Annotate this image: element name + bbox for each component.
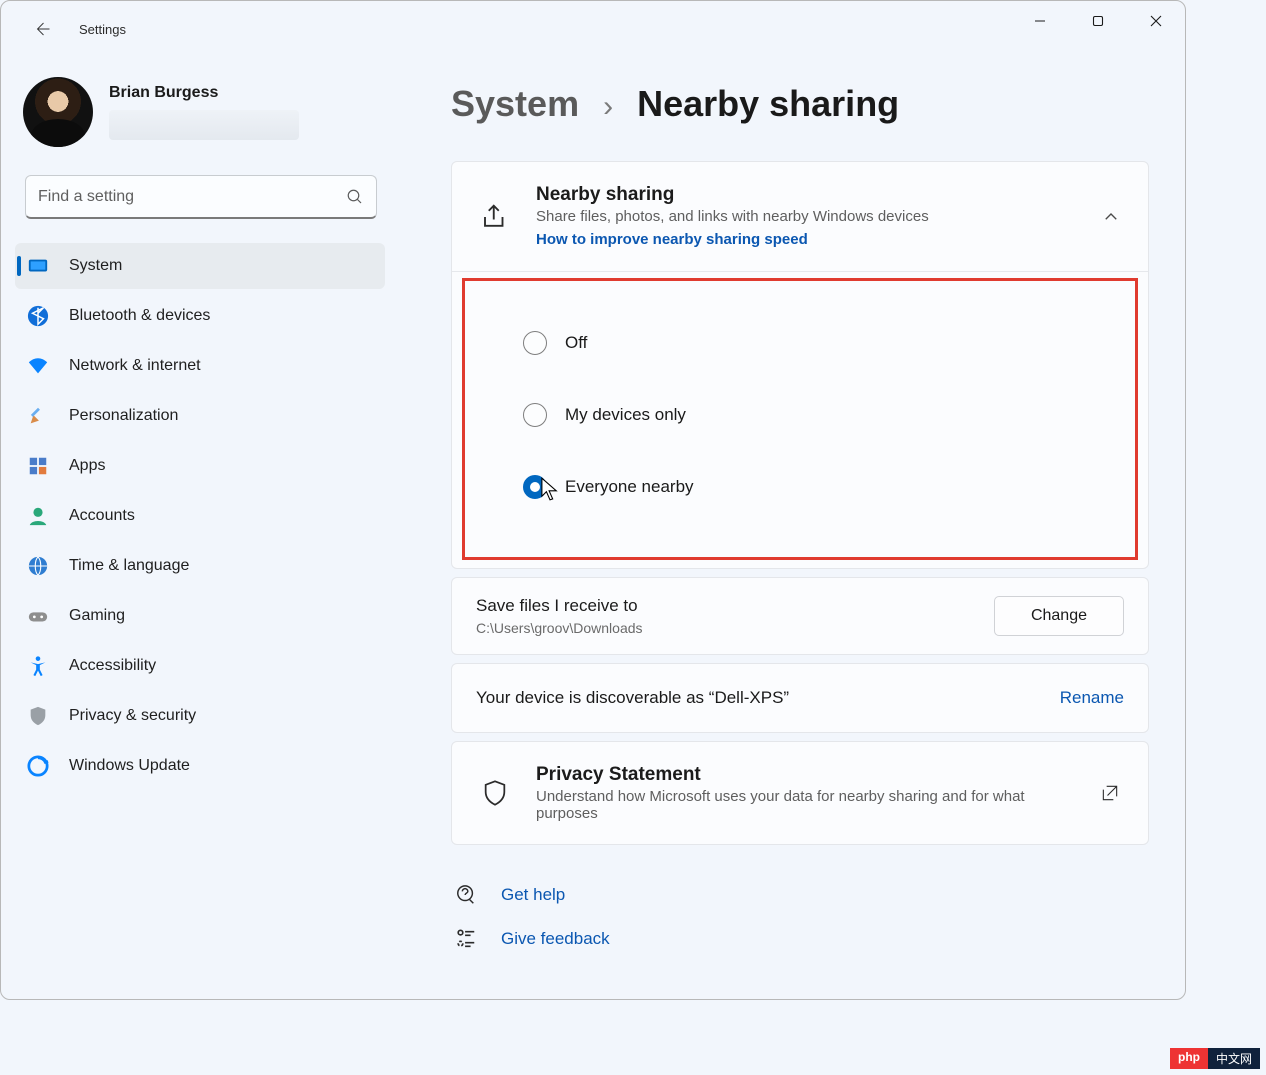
- give-feedback-link[interactable]: Give feedback: [455, 917, 1149, 961]
- system-icon: [27, 255, 49, 277]
- minimize-icon: [1034, 15, 1046, 27]
- user-email-redacted: [109, 110, 299, 140]
- settings-window: Settings Brian Burgess: [0, 0, 1186, 1000]
- wifi-icon: [27, 355, 49, 377]
- minimize-button[interactable]: [1011, 1, 1069, 41]
- discoverable-card: Your device is discoverable as “Dell-XPS…: [451, 663, 1149, 733]
- accessibility-icon: [27, 655, 49, 677]
- discoverable-text: Your device is discoverable as “Dell-XPS…: [476, 688, 1040, 708]
- window-controls: [1011, 1, 1185, 41]
- search-input[interactable]: [38, 188, 346, 206]
- chevron-up-icon: [1102, 208, 1120, 226]
- help-icon: [455, 884, 477, 906]
- bluetooth-icon: [27, 305, 49, 327]
- main-content: System › Nearby sharing Nearby sharing S…: [401, 57, 1185, 999]
- share-icon: [480, 202, 510, 232]
- sidebar-item-label: Windows Update: [69, 757, 190, 775]
- save-files-title: Save files I receive to: [476, 596, 974, 616]
- help-label: Give feedback: [501, 929, 610, 949]
- card-desc: Share files, photos, and links with near…: [536, 208, 1076, 225]
- windows-update-icon: [27, 755, 49, 777]
- feedback-icon: [455, 928, 477, 950]
- avatar: [23, 77, 93, 147]
- radio-my-devices[interactable]: My devices only: [523, 379, 1135, 451]
- privacy-title: Privacy Statement: [536, 764, 1074, 786]
- personalization-icon: [27, 405, 49, 427]
- shield-icon: [27, 705, 49, 727]
- nav-list: System Bluetooth & devices Network & int…: [15, 243, 385, 789]
- watermark-text: php: [1170, 1048, 1208, 1069]
- app-title: Settings: [79, 22, 126, 37]
- sidebar-item-system[interactable]: System: [15, 243, 385, 289]
- sidebar-item-windows-update[interactable]: Windows Update: [15, 743, 385, 789]
- radio-label: Off: [565, 333, 587, 353]
- back-button[interactable]: [21, 8, 63, 50]
- sidebar-item-label: Accounts: [69, 507, 135, 525]
- rename-link[interactable]: Rename: [1060, 688, 1124, 708]
- sidebar: Brian Burgess System: [1, 57, 401, 999]
- sidebar-item-apps[interactable]: Apps: [15, 443, 385, 489]
- sidebar-item-bluetooth[interactable]: Bluetooth & devices: [15, 293, 385, 339]
- accounts-icon: [27, 505, 49, 527]
- breadcrumb: System › Nearby sharing: [451, 83, 1149, 125]
- sidebar-item-label: Bluetooth & devices: [69, 307, 210, 325]
- sidebar-item-network[interactable]: Network & internet: [15, 343, 385, 389]
- radio-icon: [523, 475, 547, 499]
- search-box[interactable]: [25, 175, 377, 219]
- sidebar-item-gaming[interactable]: Gaming: [15, 593, 385, 639]
- close-icon: [1150, 15, 1162, 27]
- sharing-options-group: Off My devices only Everyone nearby: [462, 278, 1138, 560]
- time-language-icon: [27, 555, 49, 577]
- get-help-link[interactable]: Get help: [455, 873, 1149, 917]
- maximize-button[interactable]: [1069, 1, 1127, 41]
- user-account-button[interactable]: Brian Burgess: [15, 57, 387, 175]
- help-links: Get help Give feedback: [455, 873, 1149, 961]
- save-files-path: C:\Users\groov\Downloads: [476, 620, 974, 636]
- sidebar-item-label: Apps: [69, 457, 105, 475]
- sidebar-item-personalization[interactable]: Personalization: [15, 393, 385, 439]
- sidebar-item-time-language[interactable]: Time & language: [15, 543, 385, 589]
- radio-icon: [523, 403, 547, 427]
- titlebar: Settings: [1, 1, 1185, 57]
- sidebar-item-label: System: [69, 257, 122, 275]
- privacy-desc: Understand how Microsoft uses your data …: [536, 788, 1074, 822]
- page-title: Nearby sharing: [637, 83, 899, 125]
- sidebar-item-privacy-security[interactable]: Privacy & security: [15, 693, 385, 739]
- card-title: Nearby sharing: [536, 184, 1076, 206]
- save-files-card: Save files I receive to C:\Users\groov\D…: [451, 577, 1149, 655]
- nearby-sharing-expander-header[interactable]: Nearby sharing Share files, photos, and …: [452, 162, 1148, 271]
- radio-label: My devices only: [565, 405, 686, 425]
- radio-label: Everyone nearby: [565, 477, 694, 497]
- nearby-sharing-card: Nearby sharing Share files, photos, and …: [451, 161, 1149, 569]
- apps-icon: [27, 455, 49, 477]
- shield-outline-icon: [480, 778, 510, 808]
- breadcrumb-parent[interactable]: System: [451, 83, 579, 125]
- sidebar-item-label: Privacy & security: [69, 707, 196, 725]
- search-icon: [346, 188, 364, 206]
- help-label: Get help: [501, 885, 565, 905]
- chevron-right-icon: ›: [603, 90, 613, 124]
- watermark-text: 中文网: [1208, 1048, 1260, 1069]
- maximize-icon: [1092, 15, 1104, 27]
- close-button[interactable]: [1127, 1, 1185, 41]
- watermark: php 中文网: [1170, 1048, 1260, 1069]
- sidebar-item-accessibility[interactable]: Accessibility: [15, 643, 385, 689]
- sidebar-item-label: Network & internet: [69, 357, 201, 375]
- sidebar-item-label: Accessibility: [69, 657, 156, 675]
- improve-speed-link[interactable]: How to improve nearby sharing speed: [536, 231, 808, 248]
- back-arrow-icon: [33, 20, 51, 38]
- open-external-icon: [1100, 783, 1120, 803]
- sidebar-item-label: Personalization: [69, 407, 178, 425]
- sidebar-item-label: Gaming: [69, 607, 125, 625]
- sidebar-item-label: Time & language: [69, 557, 189, 575]
- sidebar-item-accounts[interactable]: Accounts: [15, 493, 385, 539]
- gaming-icon: [27, 605, 49, 627]
- change-location-button[interactable]: Change: [994, 596, 1124, 636]
- privacy-statement-card[interactable]: Privacy Statement Understand how Microso…: [451, 741, 1149, 845]
- radio-off[interactable]: Off: [523, 307, 1135, 379]
- radio-everyone[interactable]: Everyone nearby: [523, 451, 1135, 523]
- user-name: Brian Burgess: [109, 84, 299, 102]
- radio-icon: [523, 331, 547, 355]
